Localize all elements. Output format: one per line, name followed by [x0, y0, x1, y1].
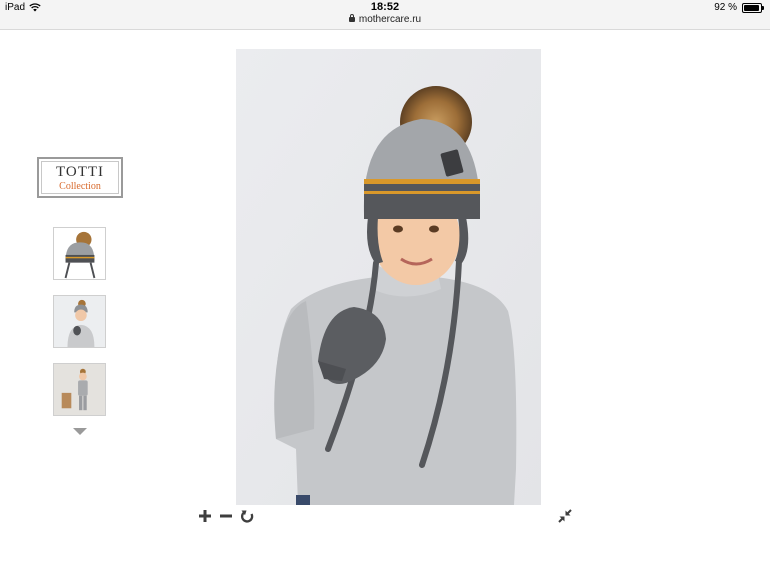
zoom-in-button[interactable]: [198, 509, 212, 523]
battery-fill: [744, 5, 759, 11]
main-product-image[interactable]: [236, 49, 541, 505]
collapse-fullscreen-icon: [558, 509, 572, 523]
lock-icon: [348, 14, 355, 22]
status-bar: iPad 18:52 mothercare.ru 92 %: [0, 0, 770, 30]
brand-name: TOTTI: [55, 164, 105, 180]
battery-percentage: 92 %: [714, 2, 737, 13]
reset-rotate-icon: [241, 510, 254, 523]
thumbnail-1[interactable]: [53, 227, 106, 280]
battery-icon: [742, 3, 764, 13]
product-photo: [236, 49, 541, 505]
clock: 18:52: [370, 1, 400, 13]
triangle-down-icon[interactable]: [73, 428, 87, 435]
thumbnail-3[interactable]: [53, 363, 106, 416]
zoom-in-icon: [199, 510, 211, 522]
child-portrait-thumbnail-icon: [54, 296, 105, 347]
child-fullbody-thumbnail-icon: [54, 364, 105, 415]
thumbnail-2[interactable]: [53, 295, 106, 348]
brand-subtitle: Collection: [59, 181, 101, 192]
url-text: mothercare.ru: [358, 14, 422, 25]
brand-logo[interactable]: TOTTI Collection: [37, 157, 123, 198]
zoom-out-icon: [220, 514, 232, 518]
zoom-out-button[interactable]: [219, 509, 233, 523]
exit-fullscreen-button[interactable]: [558, 509, 572, 523]
address-bar[interactable]: mothercare.ru: [0, 14, 770, 25]
hat-thumbnail-icon: [54, 228, 105, 279]
reset-button[interactable]: [240, 509, 254, 523]
